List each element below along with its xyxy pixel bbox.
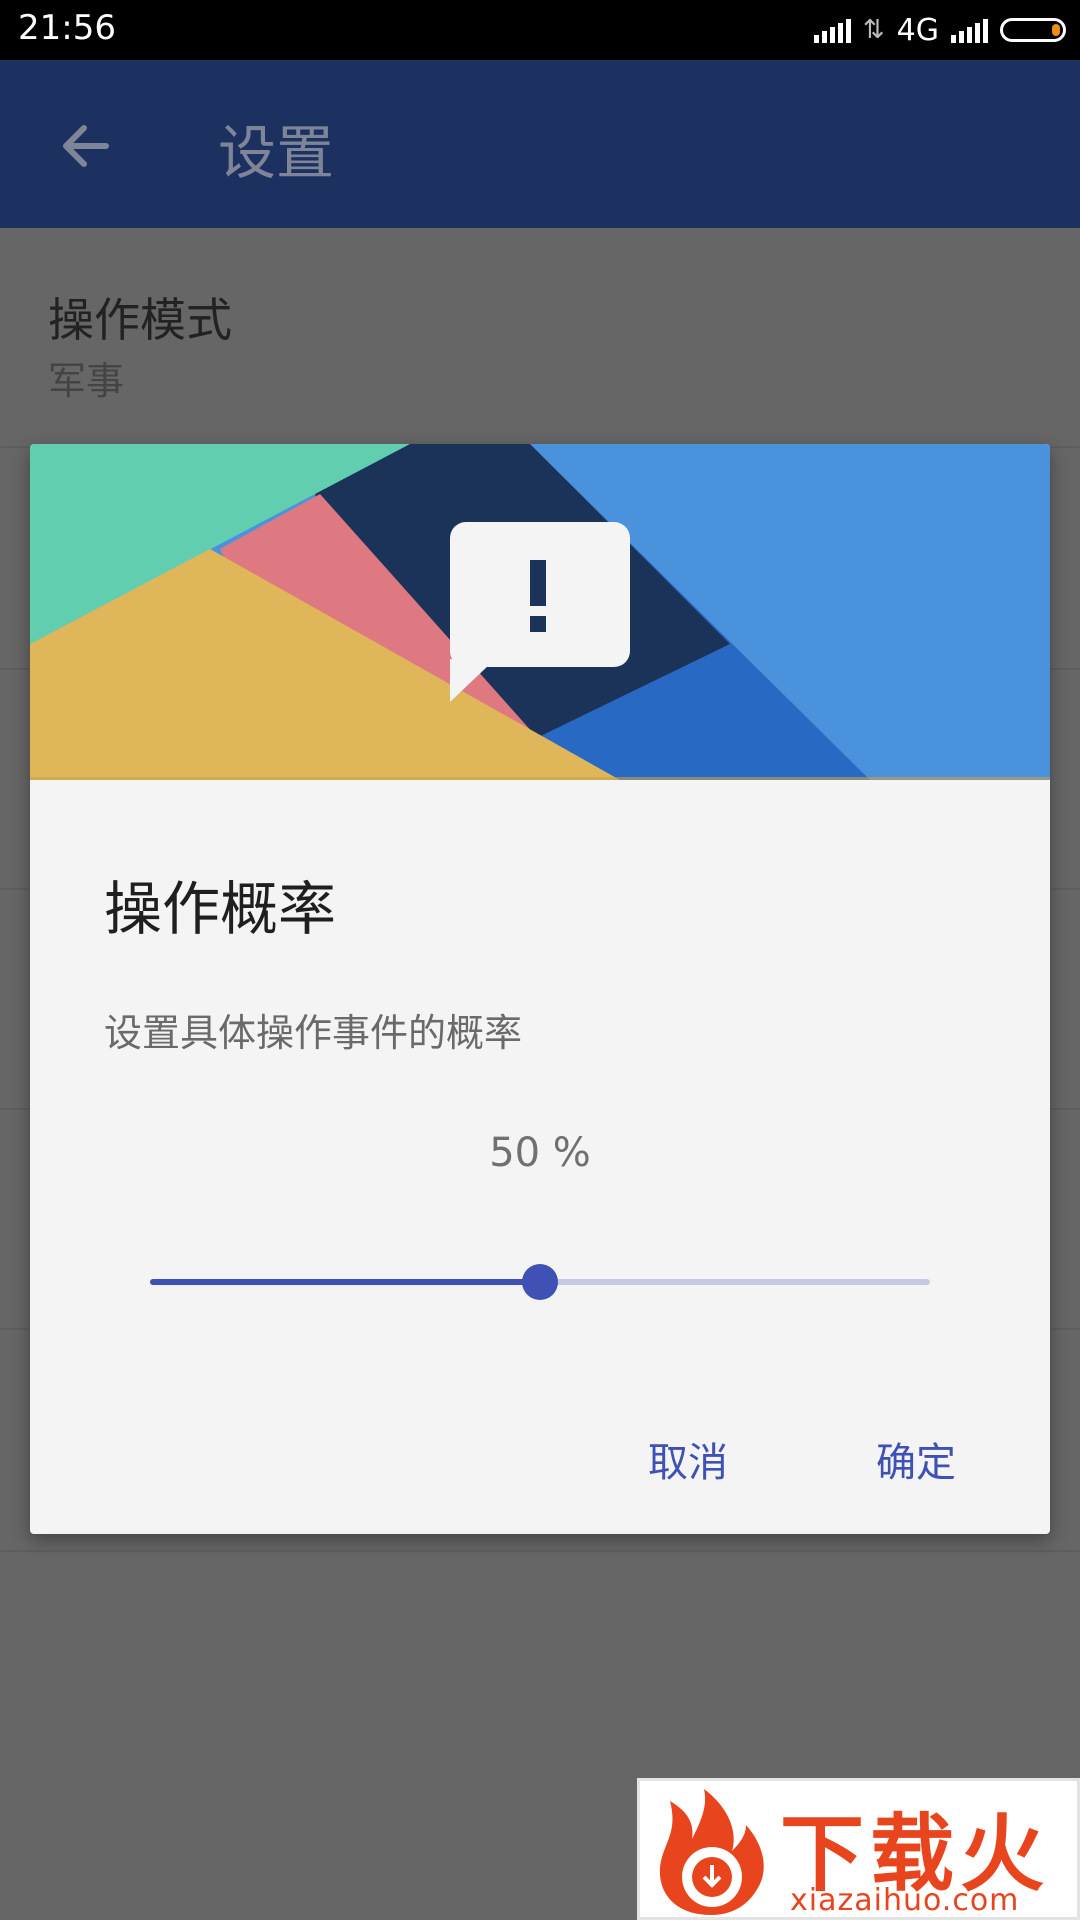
status-time: 21:56 — [18, 8, 116, 48]
status-bar: 21:56 ⇅ 4G — [0, 0, 1080, 60]
divider — [0, 1550, 1080, 1552]
slider-fill — [150, 1279, 540, 1285]
signal-icon — [951, 17, 988, 43]
status-icons: ⇅ 4G — [813, 10, 1066, 50]
probability-slider[interactable] — [150, 1262, 930, 1302]
slider-thumb[interactable] — [522, 1264, 558, 1300]
app-bar: 设置 — [0, 60, 1080, 228]
signal-icon — [813, 17, 851, 43]
watermark-url: xiazaihuo.com — [790, 1883, 1020, 1918]
battery-icon — [1000, 18, 1066, 42]
flame-logo-icon — [659, 1789, 764, 1915]
dialog-header-illustration — [30, 444, 1050, 780]
arrow-left-icon[interactable] — [56, 118, 112, 174]
network-type: 4G — [896, 12, 939, 48]
watermark-logo: 下载火 xiazaihuo.com — [637, 1778, 1080, 1920]
dialog-title: 操作概率 — [104, 875, 337, 943]
confirm-button[interactable]: 确定 — [876, 1430, 956, 1488]
settings-item-operation-mode[interactable]: 操作模式 军事 — [0, 228, 1080, 448]
settings-item-value: 军事 — [48, 359, 125, 403]
settings-item-label: 操作模式 — [48, 293, 232, 347]
slider-value-text: 50 % — [489, 1130, 591, 1176]
dialog-message: 设置具体操作事件的概率 — [104, 1011, 523, 1055]
cancel-button[interactable]: 取消 — [648, 1430, 728, 1488]
data-arrows-icon: ⇅ — [862, 15, 885, 45]
probability-dialog: 操作概率 设置具体操作事件的概率 50 % 取消 确定 — [30, 444, 1050, 1534]
page-title: 设置 — [218, 119, 335, 187]
